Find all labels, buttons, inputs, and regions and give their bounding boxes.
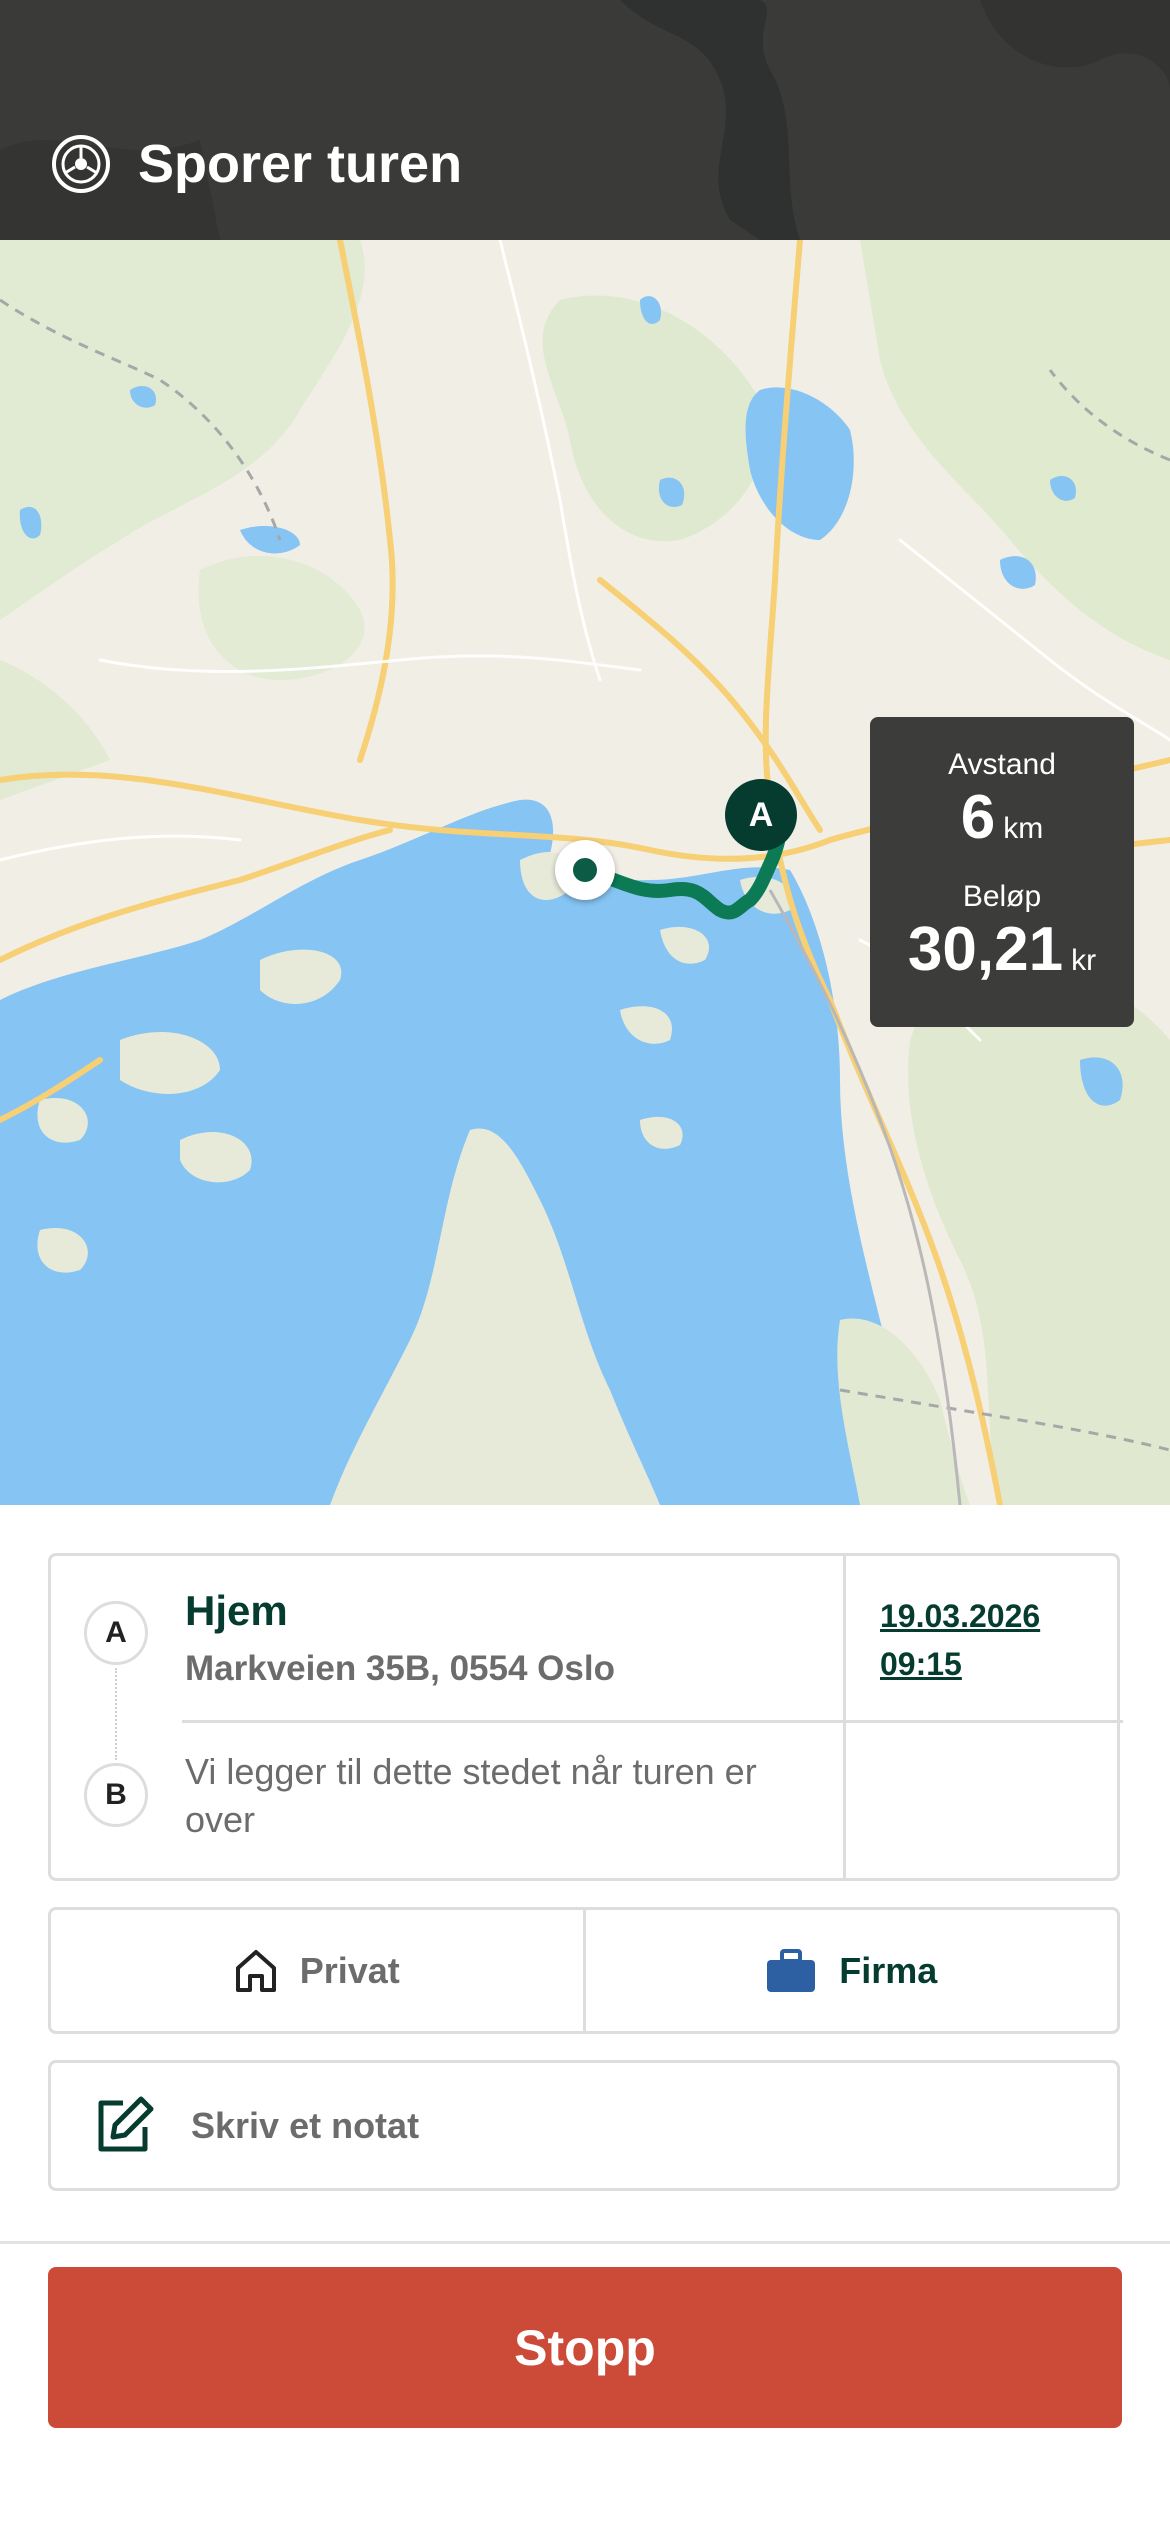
distance-unit: km [1003, 812, 1044, 845]
footer-divider [0, 2241, 1170, 2244]
amount-row: 30,21 kr [870, 915, 1134, 985]
route-vertical-divider [843, 1556, 846, 1878]
note-field[interactable]: Skriv et notat [48, 2060, 1120, 2191]
start-date-link[interactable]: 19.03.2026 [880, 1592, 1040, 1640]
briefcase-icon [765, 1948, 817, 1994]
private-trip-button[interactable]: Privat [51, 1910, 583, 2031]
amount-label: Beløp [962, 880, 1042, 913]
stop-button[interactable]: Stopp [48, 2267, 1122, 2428]
route-card: A B Hjem Markveien 35B, 0554 Oslo Vi leg… [48, 1553, 1123, 1881]
header-map-backdrop [0, 0, 1170, 240]
from-location-address[interactable]: Markveien 35B, 0554 Oslo [185, 1648, 615, 1690]
start-time-link[interactable]: 09:15 [880, 1640, 962, 1688]
trip-type-toggle: Privat Firma [48, 1907, 1120, 2034]
distance-label: Avstand [948, 748, 1056, 781]
page-title: Sporer turen [138, 134, 463, 194]
amount-unit: kr [1071, 944, 1097, 977]
company-trip-label: Firma [839, 1949, 938, 1991]
trip-stats-card: Avstand 6 km Beløp 30,21 kr [870, 717, 1134, 1027]
edit-note-icon [93, 2095, 155, 2157]
current-location-dot [555, 840, 615, 900]
from-badge: A [84, 1601, 148, 1665]
private-trip-label: Privat [299, 1949, 400, 1991]
to-badge: B [84, 1763, 148, 1827]
steering-wheel-icon [52, 135, 110, 193]
start-marker[interactable]: A [725, 779, 797, 851]
home-icon [234, 1948, 278, 1994]
to-location-placeholder: Vi legger til dette stedet når turen er … [185, 1751, 757, 1840]
distance-value: 6 [960, 783, 996, 852]
company-trip-button[interactable]: Firma [582, 1910, 1118, 2031]
from-location-name[interactable]: Hjem [185, 1586, 288, 1636]
distance-row: 6 km [870, 783, 1134, 853]
note-placeholder: Skriv et notat [191, 2104, 420, 2146]
route-connector [115, 1668, 117, 1760]
route-horizontal-divider [182, 1720, 1123, 1723]
trip-map[interactable]: A Avstand 6 km Beløp 30,21 kr [0, 240, 1170, 1505]
app-header: Sporer turen [0, 0, 1170, 240]
amount-value: 30,21 [907, 915, 1064, 984]
